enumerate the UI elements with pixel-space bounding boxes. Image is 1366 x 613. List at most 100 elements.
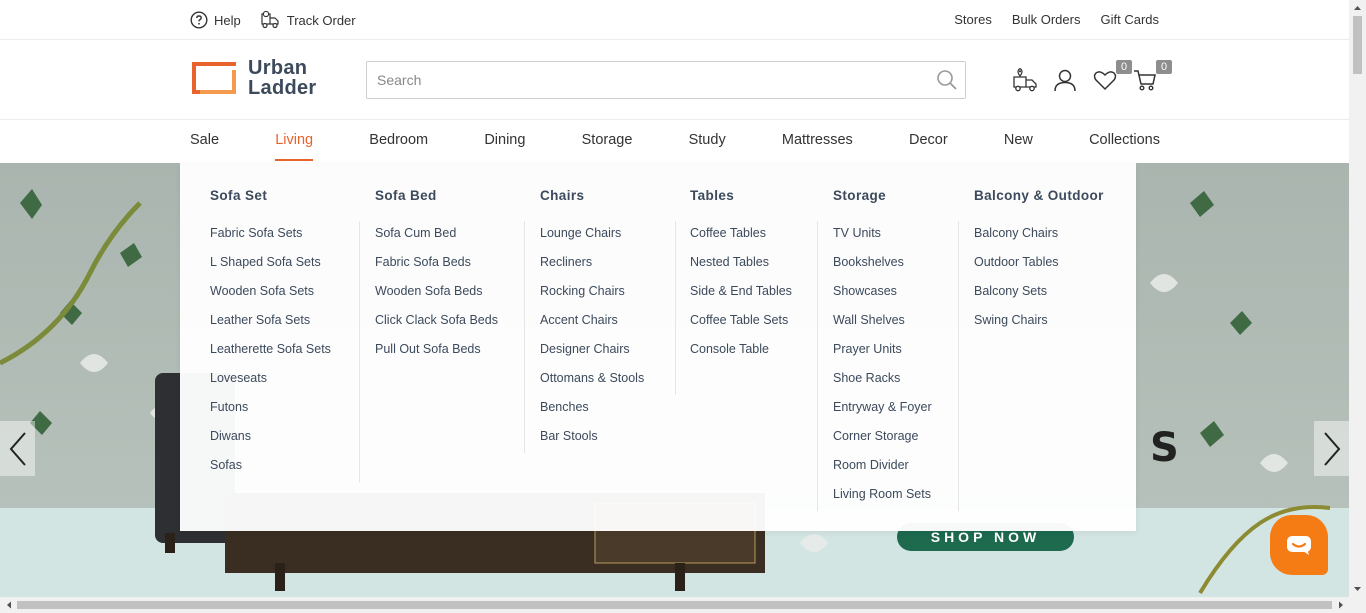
stores-link[interactable]: Stores	[954, 12, 992, 27]
menu-item[interactable]: Coffee Tables	[690, 225, 792, 254]
menu-item[interactable]: Recliners	[540, 254, 644, 283]
menu-item[interactable]: Coffee Table Sets	[690, 312, 792, 341]
menu-item[interactable]: Bookshelves	[833, 254, 932, 283]
menu-item[interactable]: Accent Chairs	[540, 312, 644, 341]
menu-heading-storage[interactable]: Storage	[833, 188, 886, 203]
menu-item[interactable]: Fabric Sofa Beds	[375, 254, 498, 283]
menu-item[interactable]: Pull Out Sofa Beds	[375, 341, 498, 370]
nav-item-mattresses[interactable]: Mattresses	[782, 121, 853, 163]
menu-item[interactable]: Entryway & Foyer	[833, 399, 932, 428]
logo-mark-icon	[190, 60, 238, 96]
cart-icon[interactable]: 0	[1132, 60, 1172, 93]
menu-item[interactable]: Click Clack Sofa Beds	[375, 312, 498, 341]
menu-list-chairs: Lounge Chairs Recliners Rocking Chairs A…	[540, 225, 644, 457]
menu-item[interactable]: Ottomans & Stools	[540, 370, 644, 399]
main-nav: Sale Living Bedroom Dining Storage Study…	[0, 121, 1349, 163]
menu-item[interactable]: Console Table	[690, 341, 792, 370]
logo-text: Urban Ladder	[248, 58, 316, 98]
search-icon[interactable]	[935, 68, 959, 97]
menu-item[interactable]: Futons	[210, 399, 331, 428]
menu-item[interactable]: Balcony Sets	[974, 283, 1059, 312]
nav-item-dining[interactable]: Dining	[484, 121, 525, 163]
menu-item[interactable]: Sofas	[210, 457, 331, 486]
horizontal-scroll-thumb[interactable]	[17, 601, 1332, 609]
menu-item[interactable]: Diwans	[210, 428, 331, 457]
menu-item[interactable]: Designer Chairs	[540, 341, 644, 370]
carousel-next-button[interactable]	[1314, 421, 1349, 476]
help-icon	[190, 11, 208, 29]
menu-item[interactable]: Shoe Racks	[833, 370, 932, 399]
hero-headline-fragment: S	[1150, 425, 1179, 471]
urban-ladder-logo[interactable]: Urban Ladder	[190, 58, 316, 98]
user-account-icon[interactable]	[1052, 67, 1078, 93]
menu-item[interactable]: Fabric Sofa Sets	[210, 225, 331, 254]
menu-item[interactable]: Lounge Chairs	[540, 225, 644, 254]
menu-item[interactable]: Corner Storage	[833, 428, 932, 457]
track-order-link[interactable]: Track Order	[259, 10, 356, 30]
help-link[interactable]: Help	[190, 11, 241, 29]
search-box	[366, 61, 966, 99]
wishlist-icon[interactable]: 0	[1092, 60, 1132, 93]
menu-item[interactable]: Loveseats	[210, 370, 331, 399]
menu-item[interactable]: Showcases	[833, 283, 932, 312]
nav-item-storage[interactable]: Storage	[582, 121, 633, 163]
menu-list-storage: TV Units Bookshelves Showcases Wall Shel…	[833, 225, 932, 515]
menu-item[interactable]: Balcony Chairs	[974, 225, 1059, 254]
nav-item-bedroom[interactable]: Bedroom	[369, 121, 428, 163]
help-label: Help	[214, 12, 241, 28]
nav-item-decor[interactable]: Decor	[909, 121, 948, 163]
carousel-prev-button[interactable]	[0, 421, 35, 476]
nav-item-new[interactable]: New	[1004, 121, 1033, 163]
bulk-orders-link[interactable]: Bulk Orders	[1012, 12, 1081, 27]
menu-item[interactable]: Wall Shelves	[833, 312, 932, 341]
chat-widget-button[interactable]	[1270, 515, 1328, 575]
menu-heading-sofa-set[interactable]: Sofa Set	[210, 188, 267, 203]
menu-item[interactable]: TV Units	[833, 225, 932, 254]
menu-heading-balcony-outdoor[interactable]: Balcony & Outdoor	[974, 188, 1104, 203]
menu-item[interactable]: Nested Tables	[690, 254, 792, 283]
nav-item-sale[interactable]: Sale	[190, 121, 219, 163]
vertical-scrollbar[interactable]	[1349, 0, 1366, 597]
header-icons: 0 0	[1012, 60, 1172, 93]
menu-item[interactable]: Benches	[540, 399, 644, 428]
horizontal-scrollbar[interactable]	[0, 597, 1366, 613]
menu-item[interactable]: Swing Chairs	[974, 312, 1059, 341]
menu-heading-tables[interactable]: Tables	[690, 188, 734, 203]
gift-cards-link[interactable]: Gift Cards	[1100, 12, 1159, 27]
nav-item-study[interactable]: Study	[689, 121, 726, 163]
menu-heading-sofa-bed[interactable]: Sofa Bed	[375, 188, 437, 203]
scroll-up-icon	[1354, 6, 1361, 10]
menu-item[interactable]: L Shaped Sofa Sets	[210, 254, 331, 283]
menu-item[interactable]: Prayer Units	[833, 341, 932, 370]
nav-item-living[interactable]: Living	[275, 121, 313, 163]
menu-item[interactable]: Outdoor Tables	[974, 254, 1059, 283]
menu-item[interactable]: Rocking Chairs	[540, 283, 644, 312]
menu-item[interactable]: Bar Stools	[540, 428, 644, 457]
menu-list-sofa-bed: Sofa Cum Bed Fabric Sofa Beds Wooden Sof…	[375, 225, 498, 370]
menu-item[interactable]: Side & End Tables	[690, 283, 792, 312]
wishlist-count-badge: 0	[1116, 60, 1132, 74]
menu-list-sofa-set: Fabric Sofa Sets L Shaped Sofa Sets Wood…	[210, 225, 331, 486]
site-header: Urban Ladder 0 0	[0, 41, 1349, 120]
menu-heading-chairs[interactable]: Chairs	[540, 188, 584, 203]
menu-item[interactable]: Wooden Sofa Beds	[375, 283, 498, 312]
menu-item[interactable]: Leather Sofa Sets	[210, 312, 331, 341]
nav-item-collections[interactable]: Collections	[1089, 121, 1160, 163]
logo-line-2: Ladder	[248, 77, 317, 99]
menu-item[interactable]: Leatherette Sofa Sets	[210, 341, 331, 370]
vertical-scroll-thumb[interactable]	[1353, 16, 1362, 74]
utility-right: Stores Bulk Orders Gift Cards	[954, 12, 1159, 27]
menu-item[interactable]: Room Divider	[833, 457, 932, 486]
search-input[interactable]	[367, 62, 927, 98]
menu-divider	[675, 221, 676, 395]
menu-divider	[958, 221, 959, 511]
menu-item[interactable]: Wooden Sofa Sets	[210, 283, 331, 312]
menu-item[interactable]: Sofa Cum Bed	[375, 225, 498, 254]
track-order-label: Track Order	[286, 12, 356, 28]
track-location-icon[interactable]	[1012, 67, 1038, 93]
logo-line-1: Urban	[248, 57, 308, 79]
menu-item[interactable]: Living Room Sets	[833, 486, 932, 515]
utility-left: Help Track Order	[190, 10, 356, 30]
scroll-down-icon	[1354, 587, 1361, 591]
menu-list-tables: Coffee Tables Nested Tables Side & End T…	[690, 225, 792, 370]
